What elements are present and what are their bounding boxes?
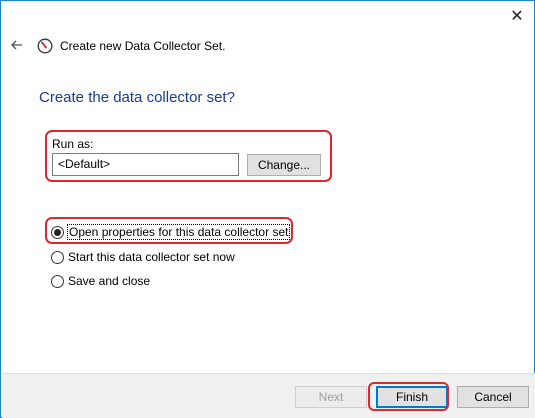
radio-button[interactable] bbox=[51, 250, 64, 264]
cancel-button[interactable]: Cancel bbox=[457, 386, 529, 408]
radio-button[interactable] bbox=[51, 274, 64, 288]
run-as-field[interactable]: <Default> bbox=[52, 153, 239, 176]
close-icon: ✕ bbox=[510, 8, 524, 25]
wizard-title: Create new Data Collector Set. bbox=[60, 39, 226, 53]
next-button-label: Next bbox=[318, 390, 344, 404]
radio-button-checked[interactable] bbox=[51, 225, 64, 239]
cancel-button-label: Cancel bbox=[474, 390, 512, 404]
radio-open-properties[interactable]: Open properties for this data collector … bbox=[51, 224, 291, 240]
performance-gauge-icon bbox=[37, 38, 53, 54]
page-heading: Create the data collector set? bbox=[39, 89, 235, 106]
change-button-label: Change... bbox=[257, 158, 311, 172]
finish-button-label: Finish bbox=[395, 390, 428, 404]
radio-start-now[interactable]: Start this data collector set now bbox=[51, 250, 235, 264]
finish-button[interactable]: Finish bbox=[376, 386, 448, 408]
close-button[interactable]: ✕ bbox=[506, 5, 528, 27]
run-as-label: Run as: bbox=[52, 137, 94, 151]
button-bar bbox=[2, 373, 535, 418]
wizard-window: ✕ Create new Data Collector Set. Create … bbox=[0, 0, 535, 418]
back-arrow-icon bbox=[11, 40, 22, 50]
radio-save-close[interactable]: Save and close bbox=[51, 274, 150, 288]
next-button[interactable]: Next bbox=[295, 386, 367, 408]
radio-label: Open properties for this data collector … bbox=[66, 224, 291, 240]
radio-label: Save and close bbox=[68, 274, 151, 288]
back-button[interactable] bbox=[8, 36, 26, 54]
radio-label: Start this data collector set now bbox=[68, 250, 235, 264]
change-button[interactable]: Change... bbox=[247, 154, 321, 176]
